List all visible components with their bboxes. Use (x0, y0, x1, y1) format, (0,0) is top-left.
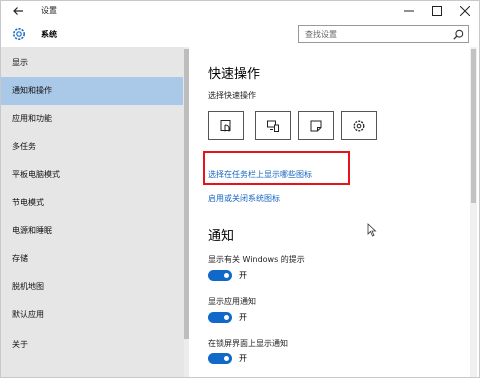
sidebar-scroll-thumb[interactable] (184, 49, 189, 339)
sidebar-item-notifications[interactable]: 通知和操作 (1, 77, 183, 105)
settings-window: 设置 系统 查找设置 显示 通知和操作 应用和功能 多任务 平板电脑模式 节电模… (0, 0, 480, 378)
lock-screen-toggle[interactable] (208, 353, 232, 364)
sidebar-item-tablet-mode[interactable]: 平板电脑模式 (1, 161, 183, 189)
toggle-state-label: 开 (239, 354, 247, 363)
system-icons-link[interactable]: 启用或关闭系统图标 (208, 193, 280, 204)
tablet-mode-icon (220, 119, 231, 131)
toggle-label-lock-screen: 在锁屏界面上显示通知 (208, 339, 288, 348)
sidebar-item-label: 存储 (12, 254, 28, 263)
search-placeholder: 查找设置 (305, 30, 337, 39)
sidebar-item-default-apps[interactable]: 默认应用 (1, 301, 183, 329)
note-icon (310, 120, 322, 131)
sidebar-item-label: 脱机地图 (12, 282, 44, 291)
close-icon (460, 6, 470, 16)
quick-action-tile-settings[interactable] (341, 111, 377, 140)
quick-action-tile-note[interactable] (298, 111, 334, 140)
sidebar-item-label: 节电模式 (12, 198, 44, 207)
app-notifications-toggle-row: 开 (208, 312, 247, 323)
sidebar-scrollbar[interactable] (184, 47, 189, 377)
search-input[interactable]: 查找设置 (298, 25, 469, 43)
sidebar-item-multitasking[interactable]: 多任务 (1, 133, 183, 161)
maximize-icon (432, 6, 442, 16)
back-button[interactable] (11, 4, 25, 18)
page-title: 系统 (41, 30, 57, 39)
quick-action-tile-connect[interactable] (255, 111, 291, 140)
search-icon[interactable] (453, 29, 464, 40)
notifications-title: 通知 (208, 229, 235, 244)
connect-icon (267, 120, 279, 132)
sidebar-item-display[interactable]: 显示 (1, 49, 183, 77)
sidebar-item-label: 关于 (12, 340, 28, 349)
toggle-label-windows-tips: 显示有关 Windows 的提示 (208, 255, 305, 264)
page-header: 系统 查找设置 (1, 21, 479, 47)
sidebar-item-about[interactable]: 关于 (1, 331, 183, 359)
windows-tips-toggle-row: 开 (208, 270, 247, 281)
sidebar-item-battery-saver[interactable]: 节电模式 (1, 189, 183, 217)
mouse-cursor-icon (367, 223, 377, 237)
windows-tips-toggle[interactable] (208, 270, 232, 281)
arrow-left-icon (13, 7, 23, 15)
sidebar-item-label: 默认应用 (12, 310, 44, 319)
lock-screen-toggle-row: 开 (208, 353, 247, 364)
maximize-button[interactable] (423, 1, 451, 21)
minimize-icon (404, 10, 414, 12)
settings-icon (353, 120, 365, 131)
sidebar-item-label: 电源和睡眠 (12, 226, 52, 235)
quick-action-tile-tablet[interactable] (208, 111, 244, 140)
sidebar-item-apps[interactable]: 应用和功能 (1, 105, 183, 133)
sidebar-item-offline-maps[interactable]: 脱机地图 (1, 273, 183, 301)
sidebar: 显示 通知和操作 应用和功能 多任务 平板电脑模式 节电模式 电源和睡眠 存储 … (1, 47, 189, 377)
close-button[interactable] (451, 1, 479, 21)
sidebar-item-power-sleep[interactable]: 电源和睡眠 (1, 217, 183, 245)
toggle-label-app-notifications: 显示应用通知 (208, 297, 256, 306)
main-content: 快速操作 选择快速操作 选择在任务栏上显示哪些图标 启用或关闭系统图标 通知 显… (191, 47, 479, 377)
main-scrollbar[interactable] (470, 47, 477, 377)
minimize-button[interactable] (395, 1, 423, 21)
window-title: 设置 (41, 6, 57, 15)
main-scroll-thumb[interactable] (471, 49, 476, 203)
sidebar-item-storage[interactable]: 存储 (1, 245, 183, 273)
gear-icon (13, 28, 25, 40)
sidebar-item-label: 平板电脑模式 (12, 170, 60, 179)
taskbar-icons-link[interactable]: 选择在任务栏上显示哪些图标 (208, 169, 312, 180)
quick-actions-title: 快速操作 (208, 67, 261, 82)
title-bar: 设置 (1, 1, 479, 21)
quick-actions-subtitle: 选择快速操作 (208, 91, 256, 100)
toggle-state-label: 开 (239, 271, 247, 280)
sidebar-item-label: 通知和操作 (12, 86, 52, 95)
sidebar-item-label: 应用和功能 (12, 114, 52, 123)
app-notifications-toggle[interactable] (208, 312, 232, 323)
toggle-state-label: 开 (239, 313, 247, 322)
sidebar-item-label: 显示 (12, 58, 28, 67)
sidebar-item-label: 多任务 (12, 142, 36, 151)
